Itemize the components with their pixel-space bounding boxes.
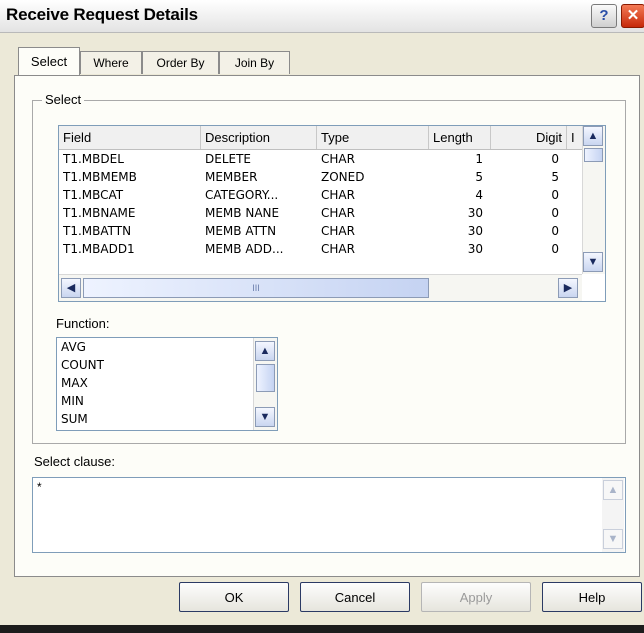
cell-description: CATEGORY...	[205, 188, 279, 202]
help-button[interactable]: Help	[542, 582, 642, 612]
cell-description: MEMB ATTN	[205, 224, 277, 238]
cell-field: T1.MBNAME	[63, 206, 136, 220]
column-more[interactable]: I	[567, 126, 583, 149]
list-item[interactable]: MAX	[61, 375, 88, 392]
column-description[interactable]: Description	[201, 126, 317, 149]
column-digit[interactable]: Digit	[491, 126, 567, 149]
fields-vertical-scrollbar[interactable]: ▲ ▼	[582, 126, 605, 274]
cancel-button[interactable]: Cancel	[300, 582, 410, 612]
cell-length: 1	[475, 152, 483, 166]
fields-horizontal-thumb[interactable]: III	[83, 278, 429, 298]
cell-description: MEMB NANE	[205, 206, 280, 220]
column-type[interactable]: Type	[317, 126, 429, 149]
table-row[interactable]: T1.MBADD1 MEMB ADD... CHAR 30 0	[59, 240, 579, 258]
list-item[interactable]: SUM	[61, 411, 88, 428]
cell-length: 5	[475, 170, 483, 184]
list-item[interactable]: AVG	[61, 339, 86, 356]
close-title-button[interactable]: ✕	[621, 4, 644, 28]
scroll-up-icon[interactable]: ▲	[255, 341, 275, 361]
list-item[interactable]: MIN	[61, 393, 84, 410]
tab-join-by[interactable]: Join By	[219, 51, 290, 74]
window-title: Receive Request Details	[6, 5, 198, 24]
cell-type: CHAR	[321, 224, 355, 238]
help-title-button[interactable]: ?	[591, 4, 617, 28]
function-vertical-thumb[interactable]	[256, 364, 275, 392]
cell-digit: 0	[551, 152, 559, 166]
scroll-right-icon[interactable]: ▶	[558, 278, 578, 298]
column-length[interactable]: Length	[429, 126, 491, 149]
fields-header: Field Description Type Length Digit I	[59, 126, 605, 150]
cell-field: T1.MBCAT	[63, 188, 124, 202]
select-clause-value: *	[37, 480, 42, 494]
cell-digit: 0	[551, 224, 559, 238]
table-row[interactable]: T1.MBDEL DELETE CHAR 1 0	[59, 150, 579, 168]
fields-horizontal-scrollbar[interactable]: ◀ III ▶	[59, 274, 582, 301]
tab-select[interactable]: Select	[18, 47, 80, 75]
tab-where[interactable]: Where	[80, 51, 142, 74]
cell-type: CHAR	[321, 242, 355, 256]
scroll-up-icon[interactable]: ▲	[583, 126, 603, 146]
cell-length: 30	[467, 206, 483, 220]
cell-field: T1.MBDEL	[63, 152, 124, 166]
ok-button[interactable]: OK	[179, 582, 289, 612]
list-item[interactable]: COUNT	[61, 357, 104, 374]
cell-digit: 5	[551, 170, 559, 184]
cell-digit: 0	[551, 206, 559, 220]
cell-field: T1.MBADD1	[63, 242, 135, 256]
table-row[interactable]: T1.MBATTN MEMB ATTN CHAR 30 0	[59, 222, 579, 240]
select-clause-textarea[interactable]: * ▲ ▼	[32, 477, 626, 553]
tab-order-by[interactable]: Order By	[142, 51, 219, 74]
function-listbox[interactable]: AVG COUNT MAX MIN SUM ▲ ▼	[56, 337, 278, 431]
table-row[interactable]: T1.MBMEMB MEMBER ZONED 5 5	[59, 168, 579, 186]
cell-description: MEMBER	[205, 170, 258, 184]
function-vertical-scrollbar[interactable]: ▲ ▼	[253, 338, 277, 430]
scroll-down-icon[interactable]: ▼	[603, 529, 623, 549]
title-bar: Receive Request Details ? ✕	[0, 0, 644, 33]
scroll-down-icon[interactable]: ▼	[583, 252, 603, 272]
cell-length: 30	[467, 242, 483, 256]
cell-description: DELETE	[205, 152, 252, 166]
taskbar-edge	[0, 625, 644, 633]
function-label: Function:	[56, 316, 110, 331]
cell-digit: 0	[551, 188, 559, 202]
fields-listview[interactable]: Field Description Type Length Digit I T1…	[58, 125, 606, 302]
select-clause-scrollbar[interactable]: ▲ ▼	[602, 478, 624, 552]
cell-type: ZONED	[321, 170, 365, 184]
scroll-up-icon[interactable]: ▲	[603, 480, 623, 500]
fields-vertical-thumb[interactable]	[584, 148, 603, 162]
table-row[interactable]: T1.MBCAT CATEGORY... CHAR 4 0	[59, 186, 579, 204]
cell-length: 30	[467, 224, 483, 238]
cell-length: 4	[475, 188, 483, 202]
scroll-down-icon[interactable]: ▼	[255, 407, 275, 427]
apply-button[interactable]: Apply	[421, 582, 531, 612]
cell-type: CHAR	[321, 188, 355, 202]
cell-field: T1.MBATTN	[63, 224, 132, 238]
select-group-label: Select	[42, 92, 85, 107]
cell-type: CHAR	[321, 152, 355, 166]
scroll-left-icon[interactable]: ◀	[61, 278, 81, 298]
cell-field: T1.MBMEMB	[63, 170, 137, 184]
cell-description: MEMB ADD...	[205, 242, 284, 256]
cell-type: CHAR	[321, 206, 355, 220]
cell-digit: 0	[551, 242, 559, 256]
table-row[interactable]: T1.MBNAME MEMB NANE CHAR 30 0	[59, 204, 579, 222]
select-clause-label: Select clause:	[34, 454, 115, 469]
column-field[interactable]: Field	[59, 126, 201, 149]
